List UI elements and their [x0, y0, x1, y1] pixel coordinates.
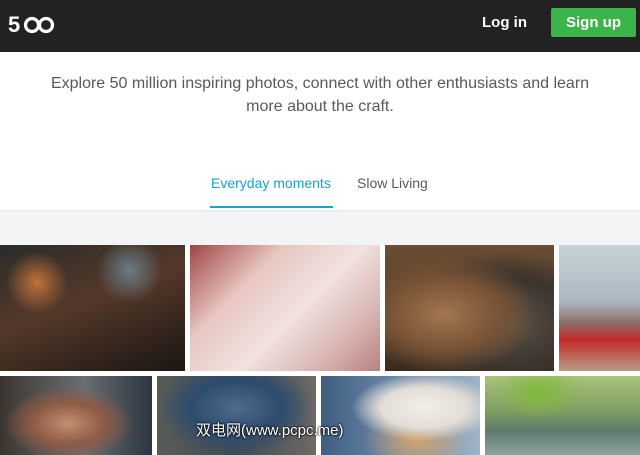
photo-girl-portrait[interactable] — [0, 376, 152, 455]
500px-logo[interactable]: 5 — [8, 6, 58, 42]
active-tab-indicator — [210, 206, 333, 208]
intro-text: Explore 50 million inspiring photos, con… — [50, 75, 590, 115]
photo-dog-and-cat[interactable] — [385, 245, 554, 371]
photo-pink-bicycle[interactable] — [190, 245, 380, 371]
section-divider — [0, 210, 640, 245]
login-link[interactable]: Log in — [482, 12, 527, 34]
watermark-text: 双电网(www.pcpc.me) — [196, 422, 344, 439]
tab-slow-living[interactable]: Slow Living — [357, 175, 428, 205]
signup-button[interactable]: Sign up — [551, 8, 636, 37]
photo-camera-person[interactable] — [157, 376, 316, 455]
photo-eiffel-tower-portrait[interactable] — [559, 245, 640, 371]
svg-text:5: 5 — [8, 12, 20, 36]
tab-everyday-moments[interactable]: Everyday moments — [211, 175, 331, 205]
photo-cafe-drinks[interactable] — [0, 245, 185, 371]
photo-kids-by-lake[interactable] — [485, 376, 640, 455]
logo-mark-icon: 5 — [8, 12, 55, 36]
top-navigation-bar: 5 Log in Sign up — [0, 0, 640, 52]
photo-snow-woman[interactable] — [321, 376, 480, 455]
category-tabs: Everyday moments Slow Living — [0, 170, 640, 210]
